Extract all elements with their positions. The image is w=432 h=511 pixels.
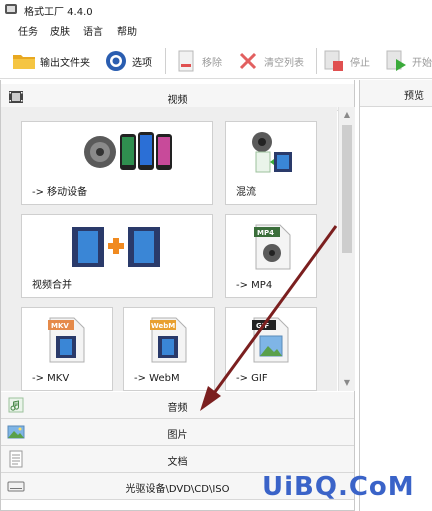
mux-icon bbox=[252, 132, 292, 173]
gear-icon bbox=[104, 49, 128, 73]
tile-to-webm-label: -> WebM bbox=[134, 373, 180, 384]
category-image[interactable]: 图片 bbox=[1, 419, 354, 446]
category-document-label: 文档 bbox=[167, 457, 188, 468]
webm-badge: WebM bbox=[151, 322, 176, 330]
options-button[interactable]: 选项 bbox=[104, 48, 152, 74]
start-icon bbox=[384, 49, 408, 73]
remove-file-icon bbox=[174, 49, 198, 73]
tile-video-join[interactable]: 视频合并 bbox=[21, 214, 213, 298]
menu-language[interactable]: 语言 bbox=[83, 23, 103, 38]
video-join-icon bbox=[72, 227, 160, 267]
mobile-device-icon bbox=[84, 132, 172, 170]
clear-list-button[interactable]: 清空列表 bbox=[236, 48, 304, 74]
menu-bar: 任务 皮肤 语言 帮助 bbox=[0, 21, 432, 40]
preview-column-header[interactable]: 预览 bbox=[360, 80, 432, 107]
menu-help[interactable]: 帮助 bbox=[117, 23, 137, 38]
tile-mux[interactable]: 混流 bbox=[225, 121, 317, 205]
scroll-up-arrow-icon[interactable]: ▲ bbox=[341, 109, 353, 121]
toolbar: 输出文件夹 选项 移除 清空列表 停止 开始 bbox=[0, 42, 432, 79]
tile-video-join-label: 视频合并 bbox=[32, 280, 72, 291]
scrollbar-thumb[interactable] bbox=[342, 125, 352, 253]
preview-label: 预览 bbox=[404, 91, 424, 102]
output-folder-button[interactable]: 输出文件夹 bbox=[12, 48, 90, 74]
task-list-panel: 预览 bbox=[359, 80, 432, 511]
tile-to-gif-label: -> GIF bbox=[236, 373, 268, 384]
remove-button[interactable]: 移除 bbox=[174, 48, 222, 74]
menu-task[interactable]: 任务 bbox=[18, 23, 38, 38]
mp4-badge: MP4 bbox=[257, 229, 274, 237]
tile-mobile-device[interactable]: -> 移动设备 bbox=[21, 121, 213, 205]
category-audio-label: 音频 bbox=[167, 403, 188, 414]
category-video-label: 视频 bbox=[167, 95, 188, 106]
stop-icon bbox=[322, 49, 346, 73]
category-audio[interactable]: 音频 bbox=[1, 392, 354, 419]
folder-icon bbox=[12, 49, 36, 73]
menu-skin[interactable]: 皮肤 bbox=[50, 23, 70, 38]
tile-mobile-device-label: -> 移动设备 bbox=[32, 187, 88, 198]
window-title: 格式工厂 4.4.0 bbox=[24, 7, 93, 18]
mkv-badge: MKV bbox=[51, 322, 69, 330]
tile-to-mp4[interactable]: MP4 -> MP4 bbox=[225, 214, 317, 298]
start-button[interactable]: 开始 bbox=[384, 48, 432, 74]
clear-x-icon bbox=[236, 49, 260, 73]
category-document[interactable]: 文档 bbox=[1, 446, 354, 473]
format-factory-app-icon bbox=[5, 4, 17, 14]
tile-to-gif[interactable]: GIF -> GIF bbox=[225, 307, 317, 391]
title-bar: 格式工厂 4.4.0 bbox=[0, 0, 432, 20]
tile-to-mkv[interactable]: MKV -> MKV bbox=[21, 307, 113, 391]
tile-to-mkv-label: -> MKV bbox=[32, 373, 70, 384]
toolbar-separator bbox=[316, 48, 317, 74]
watermark: UiBQ.CoM bbox=[262, 472, 415, 502]
video-function-grid: -> 移动设备 混流 视频合并 MP4 -> MP4 MKV -> MKV We… bbox=[1, 107, 337, 391]
scroll-down-arrow-icon[interactable]: ▼ bbox=[341, 377, 353, 389]
stop-button[interactable]: 停止 bbox=[322, 48, 370, 74]
tile-mux-label: 混流 bbox=[236, 187, 256, 198]
toolbar-separator bbox=[165, 48, 166, 74]
category-image-label: 图片 bbox=[167, 430, 188, 441]
tile-to-webm[interactable]: WebM -> WebM bbox=[123, 307, 215, 391]
gif-badge: GIF bbox=[256, 322, 270, 330]
tile-to-mp4-label: -> MP4 bbox=[236, 280, 273, 291]
video-grid-scrollbar[interactable]: ▲ ▼ bbox=[338, 107, 355, 391]
